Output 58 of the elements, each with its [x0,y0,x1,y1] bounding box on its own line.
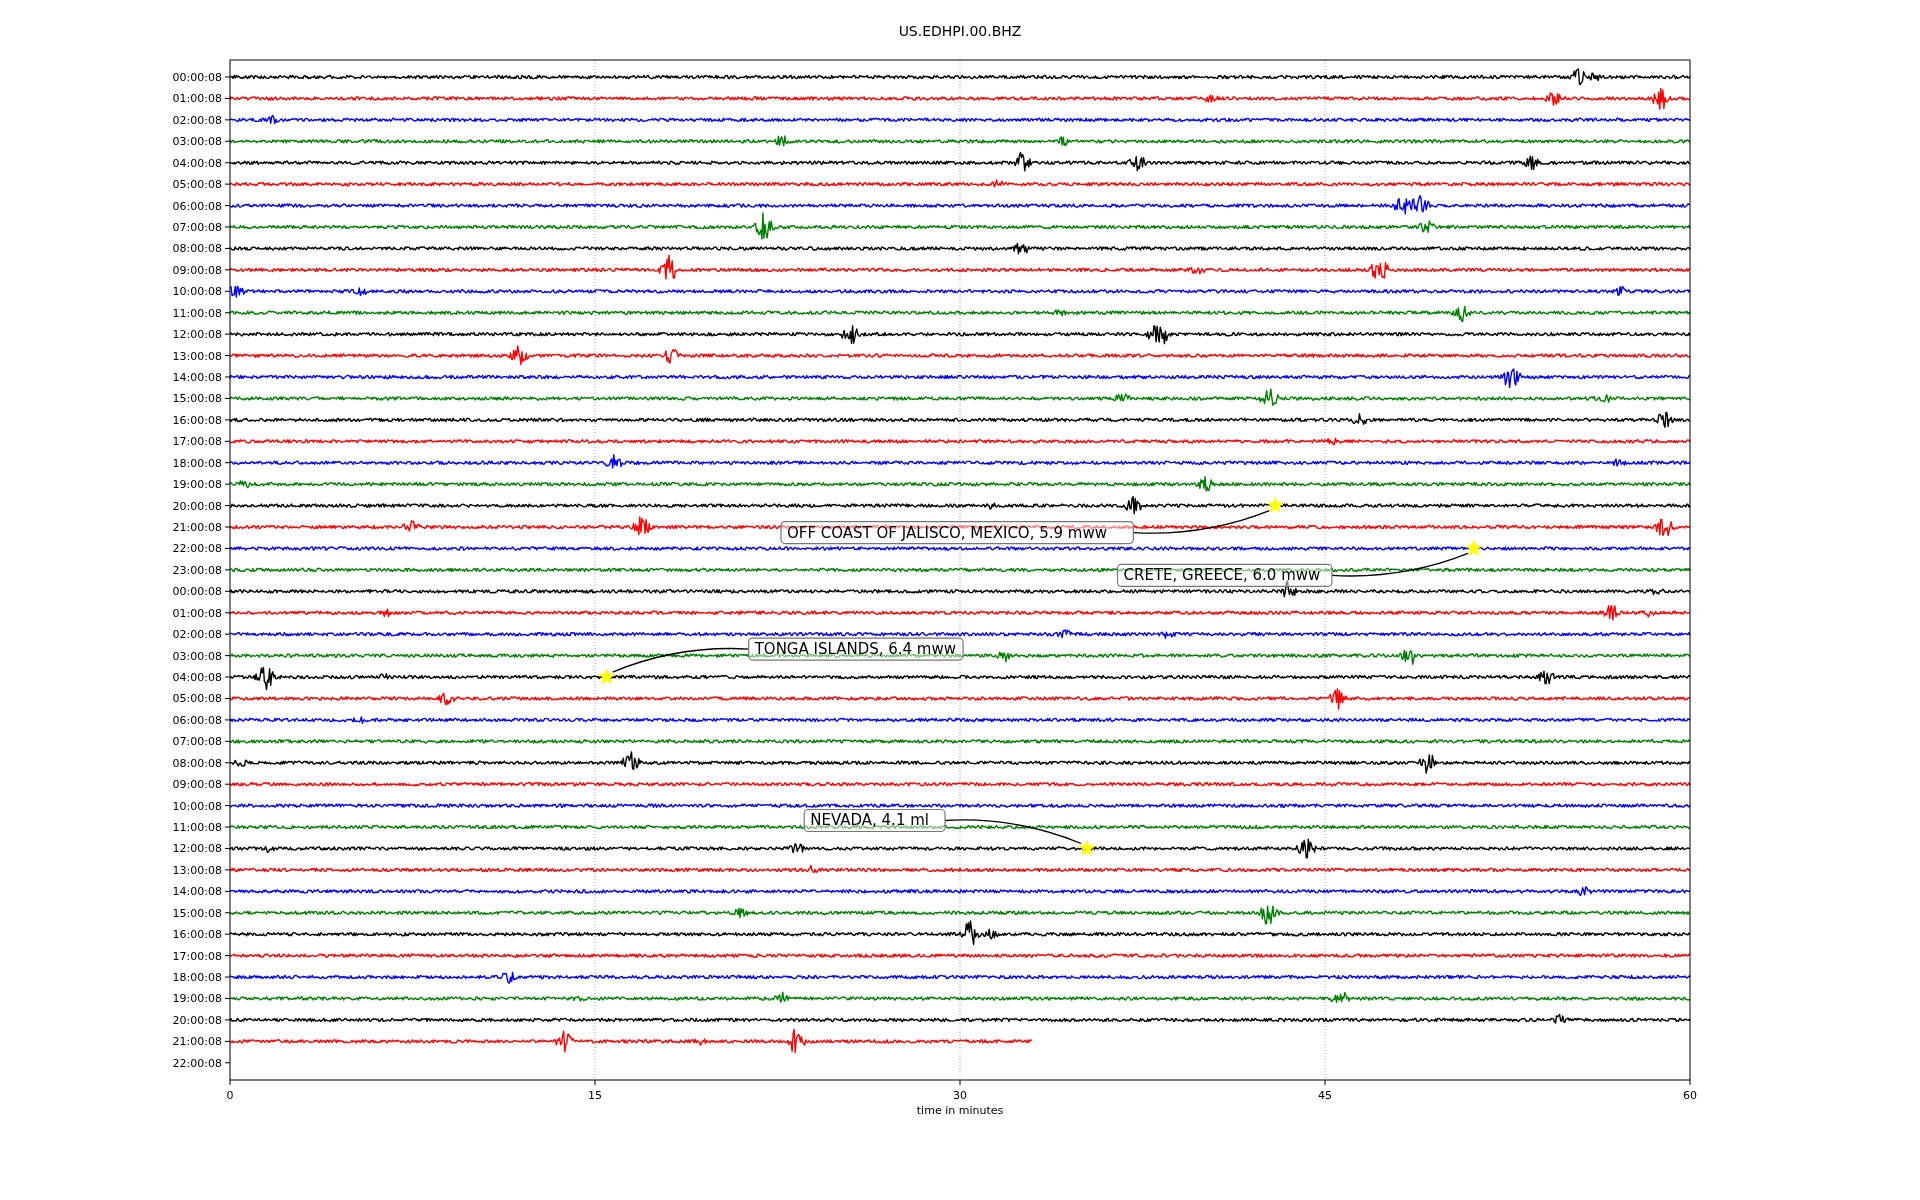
row-label: 00:00:08 [172,71,222,84]
tick-label: 30 [953,1089,967,1102]
row-label: 22:00:08 [172,1056,222,1070]
event-label: NEVADA, 4.1 ml [803,808,946,833]
row-label: 05:00:08 [172,692,222,706]
row-label: 05:00:08 [172,178,222,192]
row-label: 00:00:08 [172,585,222,599]
row-label: 13:00:08 [172,349,222,363]
row-label: 06:00:08 [172,713,222,727]
event-label: CRETE, GREECE, 6.0 mww [1116,563,1333,588]
tick-label: 60 [1683,1089,1697,1102]
row-label: 03:00:08 [172,135,222,149]
row-label: 12:00:08 [172,328,222,342]
row-label: 10:00:08 [172,799,222,813]
row-label: 16:00:08 [172,413,222,427]
row-label: 15:00:08 [172,906,222,920]
row-label: 04:00:08 [172,671,222,685]
row-label: 12:00:08 [172,842,222,856]
row-label: 08:00:08 [172,756,222,770]
row-label: 18:00:08 [172,456,222,470]
row-label: 11:00:08 [172,306,222,320]
tick-label: 15 [588,1089,602,1102]
row-label: 01:00:08 [172,92,222,106]
row-label: 16:00:08 [172,928,222,942]
event-label: OFF COAST OF JALISCO, MEXICO, 5.9 mww [780,521,1134,545]
row-label: 20:00:08 [172,1013,222,1027]
row-label: 09:00:08 [172,263,222,277]
row-label: 10:00:08 [172,285,222,299]
row-label: 21:00:08 [172,521,222,535]
row-label: 14:00:08 [172,885,222,899]
row-label: 23:00:08 [172,563,222,577]
row-label: 18:00:08 [172,971,222,985]
row-label: 15:00:08 [172,392,222,406]
row-label: 01:00:08 [172,606,222,620]
row-label: 19:00:08 [172,992,222,1006]
tick-label: 0 [226,1089,234,1102]
row-label: 22:00:08 [172,542,222,556]
row-label: 02:00:08 [172,113,222,127]
row-label: 19:00:08 [172,478,222,492]
row-label: 06:00:08 [172,199,222,213]
row-label: 02:00:08 [172,628,222,642]
tick-label: 45 [1318,1089,1332,1102]
row-label: 07:00:08 [172,221,222,234]
row-label: 08:00:08 [172,242,222,256]
row-label: 20:00:08 [172,499,222,513]
row-label: 03:00:08 [172,649,222,663]
row-label: 21:00:08 [172,1035,222,1049]
row-label: 17:00:08 [172,435,222,449]
event-label: TONGA ISLANDS, 6.4 mww [748,637,964,661]
row-label: 11:00:08 [172,821,222,835]
row-label: 09:00:08 [172,778,222,792]
row-label: 04:00:08 [172,156,222,170]
row-label: 17:00:08 [172,949,222,963]
row-label: 13:00:08 [172,863,222,877]
axis-title: time in minutes [916,1104,1004,1117]
plot-title: US.EDHPI.00.BHZ [898,22,1022,41]
row-label: 14:00:08 [172,371,222,384]
row-label: 07:00:08 [172,735,222,749]
